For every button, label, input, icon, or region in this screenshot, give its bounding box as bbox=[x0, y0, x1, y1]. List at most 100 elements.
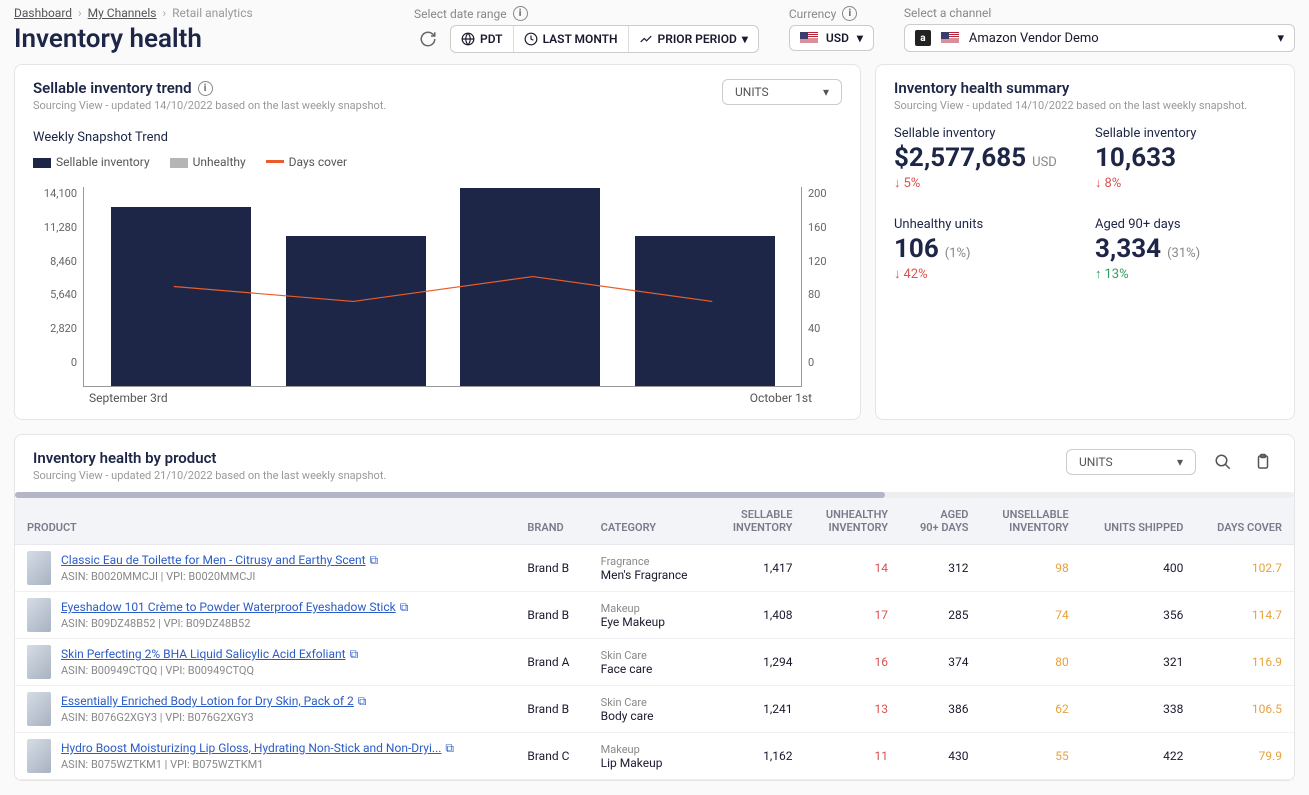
trend-icon bbox=[639, 32, 653, 46]
product-link[interactable]: Classic Eau de Toilette for Men - Citrus… bbox=[61, 553, 366, 567]
crumb-my-channels[interactable]: My Channels bbox=[88, 6, 157, 20]
product-thumbnail bbox=[27, 598, 51, 632]
col-category[interactable]: CATEGORY bbox=[589, 498, 712, 545]
cell-category: MakeupLip Makeup bbox=[589, 733, 712, 780]
breadcrumb: Dashboard › My Channels › Retail analyti… bbox=[14, 6, 394, 20]
cell-aged: 430 bbox=[900, 733, 980, 780]
bar[interactable] bbox=[286, 236, 426, 386]
summary-title: Inventory health summary bbox=[894, 79, 1276, 97]
cell-aged: 374 bbox=[900, 639, 980, 686]
col-unsellable[interactable]: UNSELLABLE INVENTORY bbox=[980, 498, 1080, 545]
range-button[interactable]: LAST MONTH bbox=[514, 26, 629, 52]
cell-sellable: 1,241 bbox=[712, 686, 805, 733]
product-thumbnail bbox=[27, 739, 51, 773]
delta-down-icon: ↓5% bbox=[894, 175, 1075, 191]
delta-down-icon: ↓42% bbox=[894, 266, 1075, 282]
cell-aged: 386 bbox=[900, 686, 980, 733]
col-shipped[interactable]: UNITS SHIPPED bbox=[1081, 498, 1196, 545]
cell-unsellable: 62 bbox=[980, 686, 1080, 733]
product-meta: ASIN: B0020MMCJI | VPI: B0020MMCJI bbox=[61, 570, 378, 583]
external-link-icon[interactable]: ⧉ bbox=[400, 600, 409, 614]
timezone-button[interactable]: PDT bbox=[451, 26, 514, 52]
col-cover[interactable]: DAYS COVER bbox=[1195, 498, 1294, 545]
product-thumbnail bbox=[27, 692, 51, 726]
cell-sellable: 1,294 bbox=[712, 639, 805, 686]
stat-unhealthy: Unhealthy units 106(1%) ↓42% bbox=[894, 217, 1075, 282]
export-button[interactable] bbox=[1250, 449, 1276, 475]
col-unhealthy[interactable]: UNHEALTHY INVENTORY bbox=[804, 498, 900, 545]
refresh-button[interactable] bbox=[414, 25, 442, 53]
external-link-icon[interactable]: ⧉ bbox=[445, 741, 454, 755]
chevron-down-icon: ▾ bbox=[742, 32, 748, 46]
y-axis-left: 14,100 11,280 8,460 5,640 2,820 0 bbox=[33, 187, 83, 387]
cell-cover: 102.7 bbox=[1195, 545, 1294, 592]
external-link-icon[interactable]: ⧉ bbox=[358, 694, 367, 708]
search-button[interactable] bbox=[1210, 449, 1236, 475]
product-meta: ASIN: B076G2XGY3 | VPI: B076G2XGY3 bbox=[61, 711, 366, 724]
horizontal-scrollbar[interactable] bbox=[15, 492, 1294, 498]
bar[interactable] bbox=[460, 188, 600, 386]
legend-swatch-sellable bbox=[33, 158, 51, 168]
units-select[interactable]: UNITS ▾ bbox=[722, 79, 842, 105]
bar[interactable] bbox=[635, 236, 775, 386]
cell-sellable: 1,408 bbox=[712, 592, 805, 639]
crumb-dashboard[interactable]: Dashboard bbox=[14, 6, 72, 20]
plot-area[interactable] bbox=[83, 187, 802, 387]
table-row: Hydro Boost Moisturizing Lip Gloss, Hydr… bbox=[15, 733, 1294, 780]
product-link[interactable]: Essentially Enriched Body Lotion for Dry… bbox=[61, 694, 354, 708]
compare-button[interactable]: PRIOR PERIOD ▾ bbox=[629, 26, 758, 52]
legend-swatch-days-cover bbox=[266, 160, 284, 163]
delta-up-icon: ↑13% bbox=[1095, 266, 1276, 282]
flag-us-icon bbox=[941, 32, 959, 44]
product-link[interactable]: Hydro Boost Moisturizing Lip Gloss, Hydr… bbox=[61, 741, 441, 755]
y-axis-right: 200 160 120 80 40 0 bbox=[802, 187, 842, 387]
summary-card: Inventory health summary Sourcing View -… bbox=[875, 64, 1295, 420]
chevron-right-icon: › bbox=[162, 6, 166, 20]
cell-aged: 312 bbox=[900, 545, 980, 592]
summary-subtitle: Sourcing View - updated 14/10/2022 based… bbox=[894, 99, 1254, 112]
product-meta: ASIN: B09DZ48B52 | VPI: B09DZ48B52 bbox=[61, 617, 408, 630]
col-aged[interactable]: AGED 90+ DAYS bbox=[900, 498, 980, 545]
product-link[interactable]: Eyeshadow 101 Crème to Powder Waterproof… bbox=[61, 600, 396, 614]
product-link[interactable]: Skin Perfecting 2% BHA Liquid Salicylic … bbox=[61, 647, 346, 661]
cell-unsellable: 55 bbox=[980, 733, 1080, 780]
cell-unhealthy: 14 bbox=[804, 545, 900, 592]
cell-unsellable: 74 bbox=[980, 592, 1080, 639]
stat-sellable-usd: Sellable inventory $2,577,685USD ↓5% bbox=[894, 126, 1075, 191]
page-title: Inventory health bbox=[14, 24, 394, 54]
product-units-select[interactable]: UNITS▾ bbox=[1066, 449, 1196, 475]
external-link-icon[interactable]: ⧉ bbox=[350, 647, 359, 661]
cell-shipped: 356 bbox=[1081, 592, 1196, 639]
table-row: Essentially Enriched Body Lotion for Dry… bbox=[15, 686, 1294, 733]
cell-unsellable: 80 bbox=[980, 639, 1080, 686]
flag-us-icon bbox=[800, 32, 818, 44]
product-subtitle: Sourcing View - updated 21/10/2022 based… bbox=[33, 469, 386, 482]
product-card: Inventory health by product Sourcing Vie… bbox=[14, 434, 1295, 781]
col-product[interactable]: PRODUCT bbox=[15, 498, 515, 545]
date-segments: PDT LAST MONTH PRIOR PERIOD ▾ bbox=[450, 25, 759, 53]
external-link-icon[interactable]: ⧉ bbox=[370, 553, 379, 567]
cell-category: Skin CareFace care bbox=[589, 639, 712, 686]
cell-brand: Brand C bbox=[515, 733, 588, 780]
product-meta: ASIN: B075WZTKM1 | VPI: B075WZTKM1 bbox=[61, 758, 454, 771]
chevron-down-icon: ▾ bbox=[1277, 31, 1284, 46]
stat-sellable-units: Sellable inventory 10,633 ↓8% bbox=[1095, 126, 1276, 191]
info-icon[interactable]: i bbox=[198, 81, 213, 96]
cell-unsellable: 98 bbox=[980, 545, 1080, 592]
cell-shipped: 422 bbox=[1081, 733, 1196, 780]
legend-swatch-unhealthy bbox=[170, 158, 188, 168]
cell-category: Skin CareBody care bbox=[589, 686, 712, 733]
currency-select[interactable]: USD ▾ bbox=[789, 25, 874, 51]
col-sellable[interactable]: SELLABLE INVENTORY bbox=[712, 498, 805, 545]
channel-label: Select a channel bbox=[904, 6, 1295, 20]
chart-legend: Sellable inventory Unhealthy Days cover bbox=[33, 155, 842, 169]
stat-aged: Aged 90+ days 3,334(31%) ↑13% bbox=[1095, 217, 1276, 282]
col-brand[interactable]: BRAND bbox=[515, 498, 588, 545]
table-row: Skin Perfecting 2% BHA Liquid Salicylic … bbox=[15, 639, 1294, 686]
channel-select[interactable]: a Amazon Vendor Demo ▾ bbox=[904, 24, 1295, 52]
bar[interactable] bbox=[111, 207, 251, 386]
info-icon[interactable]: i bbox=[513, 6, 528, 21]
info-icon[interactable]: i bbox=[842, 6, 857, 21]
product-title: Inventory health by product bbox=[33, 449, 386, 467]
trend-subtitle: Sourcing View - updated 14/10/2022 based… bbox=[33, 99, 386, 112]
